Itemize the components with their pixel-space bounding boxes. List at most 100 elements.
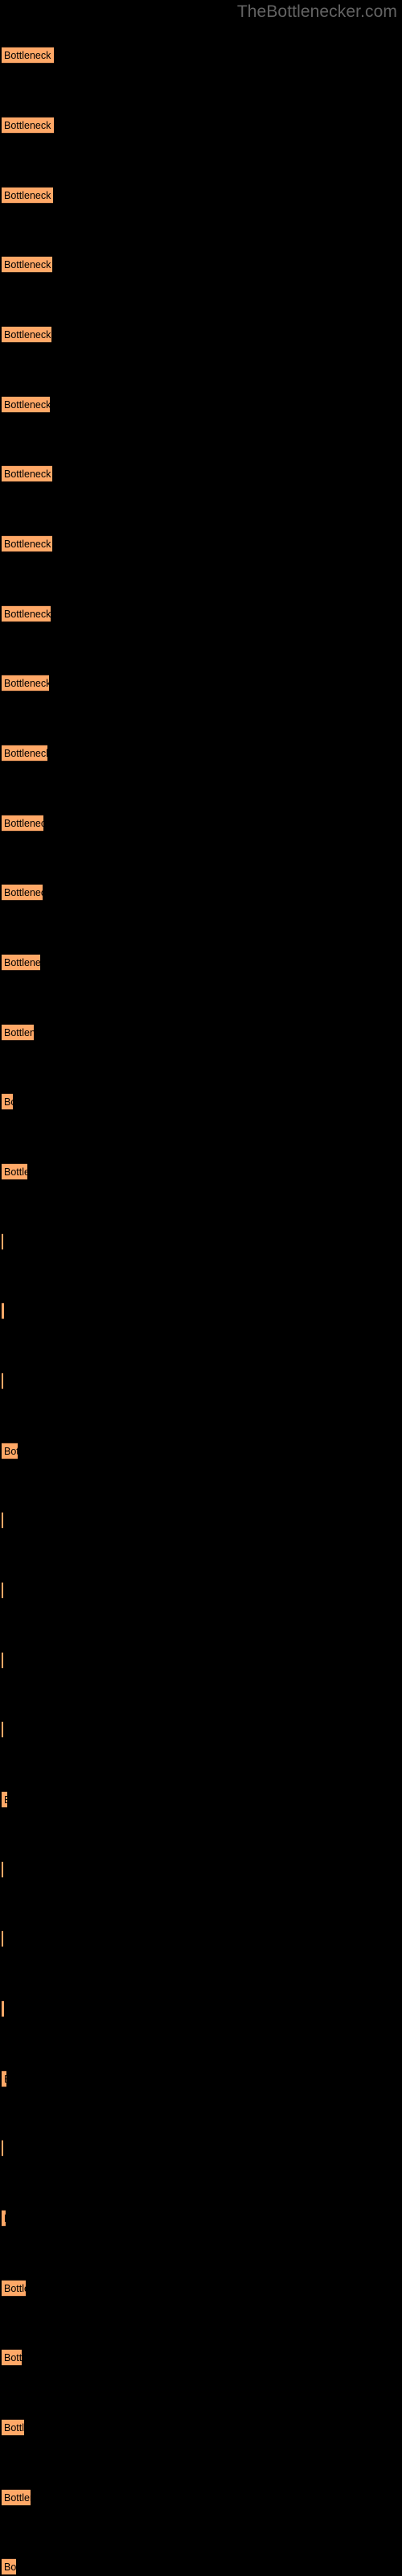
chart-bar[interactable]: Bottleneck result (2, 465, 52, 482)
chart-bar[interactable]: Bottleneck result (2, 1443, 18, 1459)
bar-row: Bottleneck result (0, 1443, 402, 1459)
bar-label: Bottleneck result (4, 677, 49, 689)
chart-bar[interactable]: Bottleneck result (2, 2000, 4, 2017)
bar-label: Bottleneck result (4, 189, 53, 201)
chart-bar[interactable]: Bottleneck result (2, 2070, 6, 2087)
bar-row: Bottleneck result (0, 2210, 402, 2227)
bar-label: Bottleneck result (4, 956, 40, 968)
chart-bar[interactable]: Bottleneck result (2, 256, 52, 273)
chart-bar[interactable]: Bottleneck result (2, 1582, 3, 1599)
chart-bar[interactable]: Bottleneck result (2, 745, 47, 762)
bar-row: Bottleneck result (0, 1024, 402, 1041)
bar-row: Bottleneck result (0, 535, 402, 552)
bar-row: Bottleneck result (0, 1652, 402, 1669)
chart-bar[interactable]: Bottleneck result (2, 1093, 13, 1110)
bar-label: Bottleneck result (4, 2491, 31, 2504)
chart-bar[interactable]: Bottleneck result (2, 815, 43, 832)
bar-row: Bottleneck result (0, 605, 402, 622)
bar-label: Bottleneck result (4, 1166, 27, 1178)
bar-row: Bottleneck result (0, 884, 402, 901)
bar-row: Bottleneck result (0, 1721, 402, 1738)
chart-bar[interactable]: Bottleneck result (2, 1163, 27, 1180)
chart-bar[interactable]: Bottleneck result (2, 2419, 24, 2436)
chart-bar[interactable]: Bottleneck result (2, 605, 51, 622)
chart-bar[interactable]: Bottleneck result (2, 675, 49, 691)
bar-row: Bottleneck result (0, 117, 402, 134)
chart-bar[interactable]: Bottleneck result (2, 117, 54, 134)
bar-row: Bottleneck result (0, 1093, 402, 1110)
bar-label: Bottleneck result (4, 538, 52, 550)
bar-row: Bottleneck result (0, 1373, 402, 1389)
bar-label: Bottleneck result (4, 1096, 13, 1108)
chart-bar[interactable]: Bottleneck result (2, 1861, 3, 1878)
chart-bar[interactable]: Bottleneck result (2, 954, 40, 971)
bar-label: Bottleneck result (4, 2351, 22, 2363)
chart-bar[interactable]: Bottleneck result (2, 1721, 3, 1738)
bar-row: Bottleneck result (0, 187, 402, 204)
bar-row: Bottleneck result (0, 1930, 402, 1947)
bar-label: Bottleneck result (4, 328, 51, 341)
bar-row: Bottleneck result (0, 2558, 402, 2575)
bar-label: Bottleneck result (4, 1026, 34, 1038)
bar-row: Bottleneck result (0, 1861, 402, 1878)
chart-bar[interactable]: Bottleneck result (2, 1024, 34, 1041)
bar-label: Bottleneck result (4, 886, 43, 898)
chart-bar[interactable]: Bottleneck result (2, 1652, 3, 1669)
bar-row: Bottleneck result (0, 1302, 402, 1319)
bar-row: Bottleneck result (0, 745, 402, 762)
bar-row: Bottleneck result (0, 256, 402, 273)
bar-row: Bottleneck result (0, 396, 402, 413)
bar-label: Bottleneck result (4, 468, 52, 480)
bar-label: Bottleneck result (4, 2213, 6, 2223)
bar-label: Bottleneck result (4, 2561, 16, 2573)
chart-bar[interactable]: Bottleneck result (2, 1302, 4, 1319)
bar-row: Bottleneck result (0, 2000, 402, 2017)
bar-row: Bottleneck result (0, 1512, 402, 1529)
bar-label: Bottleneck result (4, 2421, 24, 2434)
chart-bar[interactable]: Bottleneck result (2, 2489, 31, 2506)
bar-label: Bottleneck result (4, 1445, 18, 1457)
bar-row: Bottleneck result (0, 1582, 402, 1599)
bar-label: Bottleneck result (4, 2282, 26, 2294)
chart-bar[interactable]: Bottleneck result (2, 1233, 3, 1250)
bar-row: Bottleneck result (0, 2489, 402, 2506)
chart-bar[interactable]: Bottleneck result (2, 2558, 16, 2575)
chart-bar[interactable]: Bottleneck result (2, 1373, 3, 1389)
chart-bar[interactable]: Bottleneck result (2, 1512, 3, 1529)
bar-row: Bottleneck result (0, 1163, 402, 1180)
chart-bar[interactable]: Bottleneck result (2, 187, 53, 204)
bar-label: Bottleneck result (4, 747, 47, 759)
chart-bar[interactable]: Bottleneck result (2, 2210, 6, 2227)
bar-label: Bottleneck result (4, 119, 54, 131)
bar-label: Bottleneck result (4, 49, 54, 61)
bar-row: Bottleneck result (0, 47, 402, 64)
chart-bar[interactable]: Bottleneck result (2, 2280, 26, 2297)
bar-label: Bottleneck result (4, 608, 51, 620)
bar-row: Bottleneck result (0, 2140, 402, 2157)
bar-label: Bottleneck result (4, 817, 43, 829)
bar-row: Bottleneck result (0, 675, 402, 691)
chart-bar[interactable]: Bottleneck result (2, 1930, 3, 1947)
bar-chart-plot-area: Bottleneck result Bottleneck result Bottle… (0, 0, 402, 2576)
bar-row: Bottleneck result (0, 2419, 402, 2436)
bar-label: Bottleneck result (4, 258, 52, 270)
bar-row: Bottleneck result (0, 1233, 402, 1250)
bar-row: Bottleneck result (0, 2070, 402, 2087)
chart-bar[interactable]: Bottleneck result (2, 884, 43, 901)
chart-bar[interactable]: Bottleneck result (2, 535, 52, 552)
chart-bar[interactable]: Bottleneck result (2, 326, 51, 343)
chart-bar[interactable]: Bottleneck result (2, 2140, 3, 2157)
bar-row: Bottleneck result (0, 2280, 402, 2297)
chart-bar[interactable]: Bottleneck result (2, 2349, 22, 2366)
bar-row: Bottleneck result (0, 465, 402, 482)
bar-label: Bottleneck result (4, 398, 50, 411)
bar-row: Bottleneck result (0, 815, 402, 832)
bar-label: Bottleneck result (4, 1794, 7, 1805)
chart-bar[interactable]: Bottleneck result (2, 1791, 7, 1808)
chart-bar[interactable]: Bottleneck result (2, 47, 54, 64)
bar-row: Bottleneck result (0, 326, 402, 343)
bar-row: Bottleneck result (0, 1791, 402, 1808)
bar-row: Bottleneck result (0, 954, 402, 971)
bar-label: Bottleneck result (4, 2074, 6, 2084)
chart-bar[interactable]: Bottleneck result (2, 396, 50, 413)
